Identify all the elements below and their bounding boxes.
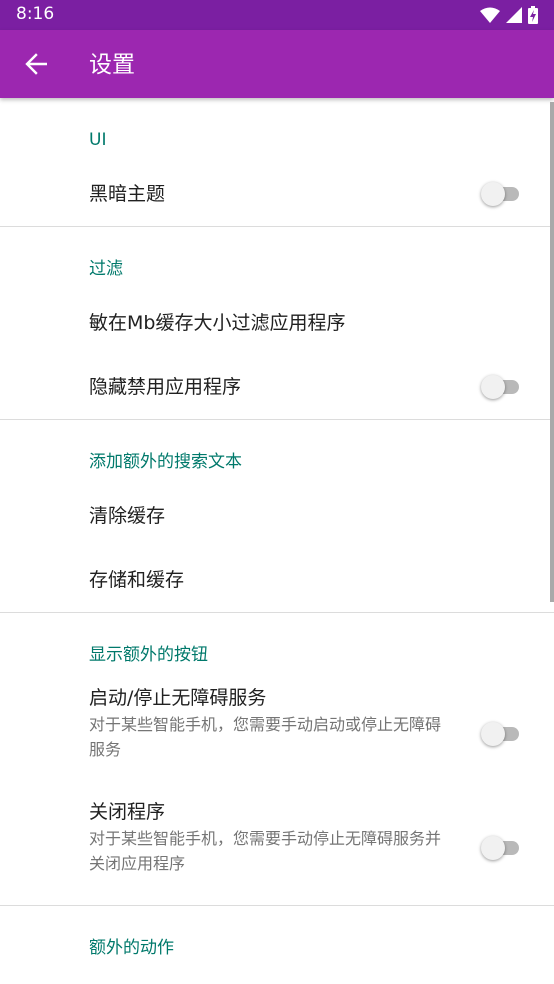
section-actions: 额外的动作 xyxy=(0,906,554,970)
status-icons xyxy=(480,6,538,24)
pref-hide-disabled-apps-title: 隐藏禁用应用程序 xyxy=(89,376,242,398)
section-header-ui: UI xyxy=(89,130,107,150)
section-buttons: 显示额外的按钮 启动/停止无障碍服务 对于某些智能手机，您需要手动启动或停止无障… xyxy=(0,613,554,906)
pref-dark-theme-title: 黑暗主题 xyxy=(89,183,166,205)
section-search: 添加额外的搜索文本 清除缓存 存储和缓存 xyxy=(0,420,554,613)
pref-accessibility-service-title: 启动/停止无障碍服务 xyxy=(89,687,267,709)
pref-storage-and-cache[interactable]: 存储和缓存 xyxy=(0,548,554,612)
battery-charging-icon xyxy=(528,6,538,24)
page-title: 设置 xyxy=(89,52,135,78)
close-app-switch[interactable] xyxy=(481,835,521,861)
section-header-actions: 额外的动作 xyxy=(89,938,174,958)
hide-disabled-apps-switch[interactable] xyxy=(481,374,521,400)
back-button[interactable] xyxy=(16,44,56,84)
pref-storage-and-cache-title: 存储和缓存 xyxy=(89,569,185,591)
pref-cache-size-filter[interactable]: 敏在Mb缓存大小过滤应用程序 xyxy=(0,291,554,355)
arrow-back-icon xyxy=(25,53,47,75)
pref-clear-cache[interactable]: 清除缓存 xyxy=(0,484,554,548)
pref-clear-cache-title: 清除缓存 xyxy=(89,505,166,527)
section-header-search: 添加额外的搜索文本 xyxy=(89,452,242,472)
pref-cache-size-filter-title: 敏在Mb缓存大小过滤应用程序 xyxy=(89,312,346,334)
section-header-filter: 过滤 xyxy=(89,259,123,279)
settings-list[interactable]: UI 黑暗主题 过滤 敏在Mb缓存大小过滤应用程序 隐藏禁用应用程序 添加额外的… xyxy=(0,98,554,984)
dark-theme-switch[interactable] xyxy=(481,181,521,207)
pref-close-app-summary: 对于某些智能手机，您需要手动停止无障碍服务并关闭应用程序 xyxy=(89,829,442,873)
section-ui: UI 黑暗主题 xyxy=(0,98,554,227)
app-bar: 设置 xyxy=(0,30,554,98)
pref-accessibility-service[interactable]: 启动/停止无障碍服务 对于某些智能手机，您需要手动启动或停止无障碍服务 xyxy=(0,677,554,791)
pref-accessibility-service-summary: 对于某些智能手机，您需要手动启动或停止无障碍服务 xyxy=(89,715,442,759)
pref-dark-theme[interactable]: 黑暗主题 xyxy=(0,162,554,226)
pref-close-app-title: 关闭程序 xyxy=(89,801,166,823)
section-filter: 过滤 敏在Mb缓存大小过滤应用程序 隐藏禁用应用程序 xyxy=(0,227,554,420)
status-time: 8:16 xyxy=(16,4,55,24)
section-header-buttons: 显示额外的按钮 xyxy=(89,645,208,665)
signal-icon xyxy=(506,7,522,23)
pref-hide-disabled-apps[interactable]: 隐藏禁用应用程序 xyxy=(0,355,554,419)
accessibility-service-switch[interactable] xyxy=(481,721,521,747)
pref-close-app[interactable]: 关闭程序 对于某些智能手机，您需要手动停止无障碍服务并关闭应用程序 xyxy=(0,791,554,905)
wifi-icon xyxy=(480,7,500,23)
status-bar: 8:16 xyxy=(0,0,554,30)
scrollbar[interactable] xyxy=(550,102,554,602)
